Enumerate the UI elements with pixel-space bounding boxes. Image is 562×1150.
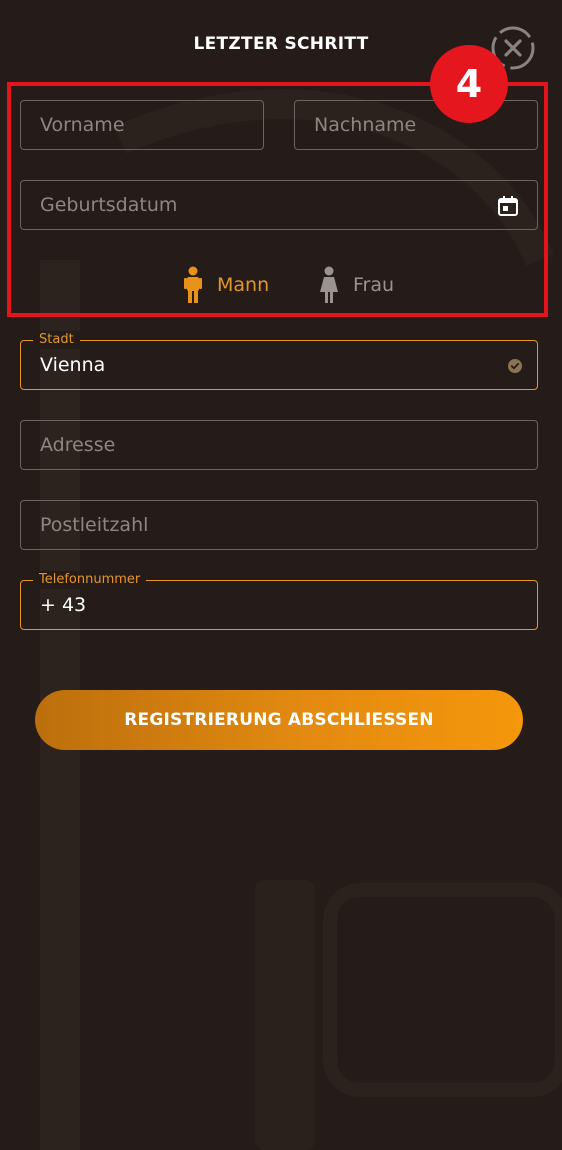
- address-input[interactable]: [21, 421, 537, 469]
- postal-code-input[interactable]: [21, 501, 537, 549]
- submit-registration-button[interactable]: REGISTRIERUNG ABSCHLIESSEN: [35, 690, 523, 750]
- check-circle-icon: [508, 359, 522, 373]
- postal-code-field: [20, 500, 538, 550]
- step-badge: 4: [430, 45, 508, 123]
- city-input[interactable]: [21, 341, 537, 389]
- address-field: [20, 420, 538, 470]
- phone-input[interactable]: [21, 581, 537, 629]
- city-field: Stadt: [20, 331, 538, 390]
- phone-field: Telefonnummer: [20, 571, 538, 630]
